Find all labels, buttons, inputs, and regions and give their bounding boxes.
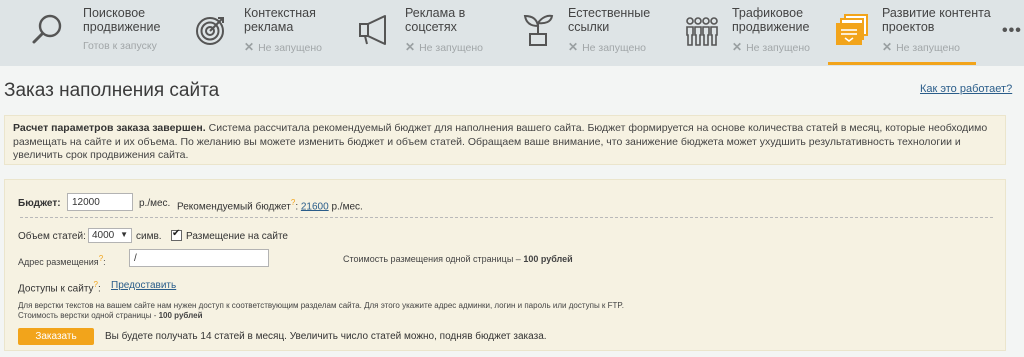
nav-status: Готов к запуску — [83, 40, 157, 52]
access-label-wrap: Доступы к сайту?: — [18, 280, 101, 295]
layout-cost-label: Стоимость верстки одной страницы - — [18, 311, 157, 320]
nav-item-social-ads[interactable]: Реклама в соцсетях ✕ Не запущено — [357, 0, 507, 66]
placement-checkbox[interactable] — [171, 228, 182, 241]
more-menu-icon[interactable]: ••• — [1002, 22, 1022, 40]
nav-title: Естественные ссылки — [568, 6, 651, 34]
budget-input[interactable] — [67, 193, 133, 211]
close-icon: ✕ — [732, 40, 743, 54]
volume-label: Объем статей: — [18, 231, 86, 242]
nav-item-contextual-ads[interactable]: Контекстная реклама ✕ Не запущено — [192, 0, 342, 66]
volume-select[interactable]: 4000 ▼ — [88, 228, 132, 243]
volume-unit: симв. — [136, 231, 162, 242]
nav-item-traffic-promotion[interactable]: Трафиковое продвижение ✕ Не запущено — [684, 0, 834, 66]
nav-status: ✕ Не запущено — [244, 40, 322, 54]
people-icon — [686, 17, 718, 46]
sprout-icon — [523, 14, 554, 46]
close-icon: ✕ — [568, 40, 579, 54]
nav-title: Трафиковое продвижение — [732, 6, 810, 34]
help-icon[interactable]: ? — [291, 198, 295, 207]
placement-label: Размещение на сайте — [186, 231, 288, 242]
budget-unit: р./мес. — [139, 198, 171, 209]
megaphone-icon — [359, 15, 386, 45]
how-it-works-link[interactable]: Как это работает? — [920, 83, 1012, 95]
page-cost: Стоимость размещения одной страницы – 10… — [343, 254, 573, 264]
nav-status: ✕ Не запущено — [568, 40, 646, 54]
page-cost-label: Стоимость размещения одной страницы – — [343, 254, 521, 264]
help-icon[interactable]: ? — [99, 254, 103, 263]
provide-access-link[interactable]: Предоставить — [111, 280, 176, 291]
chevron-down-icon: ▼ — [120, 230, 128, 239]
recommended-budget: Рекомендуемый бюджет?: 21600 р./мес. — [177, 198, 363, 213]
layout-cost-value: 100 рублей — [158, 311, 203, 320]
page-cost-value: 100 рублей — [523, 254, 573, 264]
search-icon — [32, 14, 62, 44]
volume-select-value: 4000 — [92, 230, 115, 241]
nav-title: Развитие контента проектов — [882, 6, 991, 34]
divider — [20, 217, 993, 218]
target-icon — [196, 17, 224, 45]
close-icon: ✕ — [882, 40, 893, 54]
nav-item-content-development[interactable]: Развитие контента проектов ✕ Не запущено — [828, 0, 991, 66]
content-icon — [836, 14, 868, 45]
nav-status: ✕ Не запущено — [405, 40, 483, 54]
page-title: Заказ наполнения сайта — [4, 80, 220, 101]
recommended-budget-value[interactable]: 21600 — [301, 201, 329, 212]
access-note: Для верстки текстов на вашем сайте нам н… — [18, 301, 624, 310]
address-label-wrap: Адрес размещения?: — [18, 254, 106, 267]
nav-title: Контекстная реклама — [244, 6, 316, 34]
close-icon: ✕ — [405, 40, 416, 54]
nav-title: Реклама в соцсетях — [405, 6, 466, 34]
address-input[interactable] — [129, 249, 269, 267]
nav-status: ✕ Не запущено — [732, 40, 810, 54]
order-form: Бюджет: р./мес. Рекомендуемый бюджет?: 2… — [4, 179, 1006, 351]
summary-text: Вы будете получать 14 статей в месяц. Ув… — [105, 331, 547, 342]
budget-label: Бюджет: — [18, 198, 61, 209]
info-message: Расчет параметров заказа завершен. Систе… — [4, 115, 1006, 165]
top-navigation: Поисковое продвижение Готов к запуску Ко… — [0, 0, 1024, 66]
access-label: Доступы к сайту — [18, 283, 94, 295]
nav-title: Поисковое продвижение — [83, 6, 161, 34]
address-label: Адрес размещения — [18, 257, 99, 267]
close-icon: ✕ — [244, 40, 255, 54]
nav-item-natural-links[interactable]: Естественные ссылки ✕ Не запущено — [520, 0, 670, 66]
recommended-budget-label: Рекомендуемый бюджет — [177, 201, 291, 213]
info-title: Расчет параметров заказа завершен. — [13, 122, 206, 134]
recommended-budget-unit: р./мес. — [328, 201, 363, 213]
nav-item-search-promotion[interactable]: Поисковое продвижение Готов к запуску — [30, 0, 180, 66]
nav-status: ✕ Не запущено — [882, 40, 960, 54]
help-icon[interactable]: ? — [94, 280, 98, 289]
layout-cost: Стоимость верстки одной страницы - 100 р… — [18, 311, 202, 320]
active-tab-indicator — [828, 62, 976, 65]
order-button[interactable]: Заказать — [18, 328, 94, 345]
